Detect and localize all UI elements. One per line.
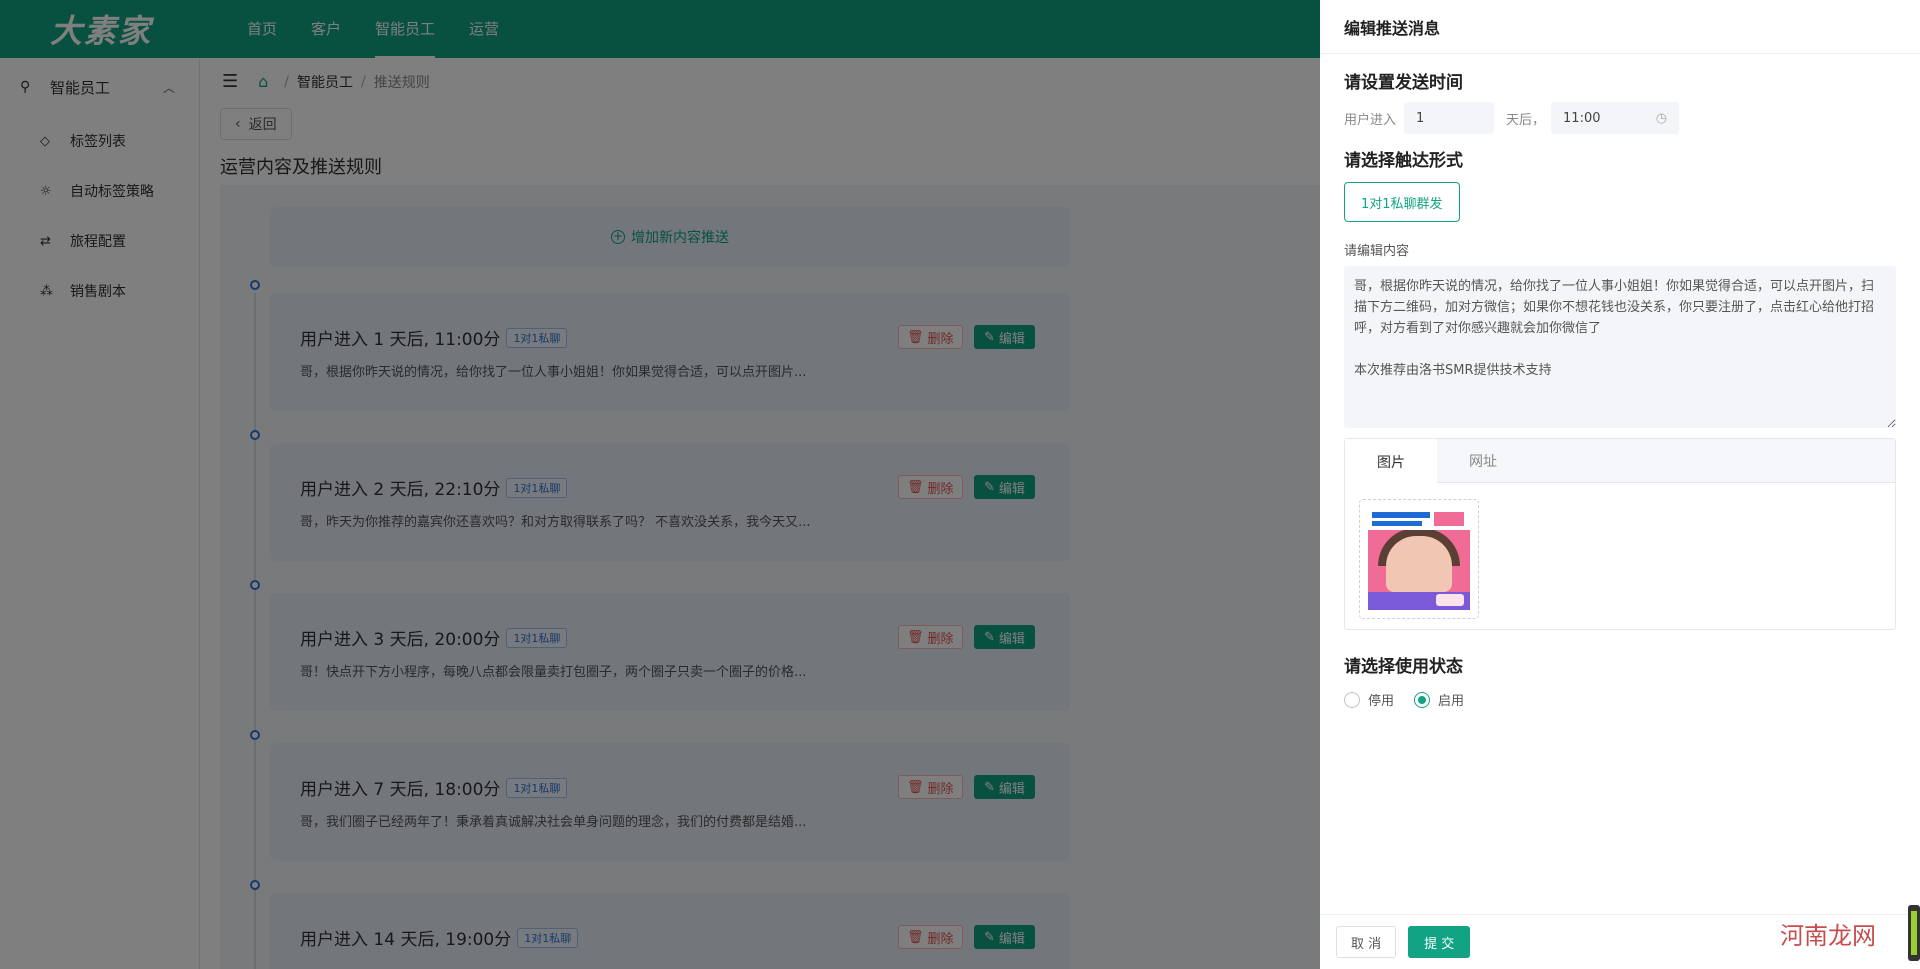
time-picker[interactable]: 11:00 ◷ [1551, 102, 1680, 134]
send-time-row: 用户进入 1 天后， 11:00 ◷ [1344, 102, 1680, 134]
clock-icon: ◷ [1655, 110, 1668, 126]
radio-enabled[interactable] [1414, 691, 1431, 708]
poster-tag [1434, 512, 1464, 526]
edit-push-drawer: 编辑推送消息 请设置发送时间 用户进入 1 天后， 11:00 ◷ 请选择触达形… [1320, 0, 1920, 969]
days-after-label: 天后， [1506, 112, 1546, 128]
touch-option-private-chat[interactable]: 1对1私聊群发 [1344, 182, 1460, 222]
poster-face [1386, 536, 1452, 592]
radio-disabled-label[interactable]: 停用 [1368, 690, 1394, 709]
radio-disabled[interactable] [1344, 691, 1360, 708]
attachment-tabs: 图片 网址 [1344, 438, 1896, 630]
user-enter-label: 用户进入 [1344, 112, 1397, 128]
scroll-indicator [1908, 905, 1920, 961]
watermark: 河南龙网 [1780, 922, 1876, 950]
content-label: 请编辑内容 [1344, 244, 1410, 259]
radio-enabled-label[interactable]: 启用 [1438, 690, 1464, 709]
send-time-section-title: 请设置发送时间 [1344, 73, 1463, 93]
cancel-button[interactable]: 取 消 [1336, 926, 1397, 958]
image-upload[interactable] [1359, 499, 1479, 619]
poster-image [1368, 508, 1470, 610]
status-radio-group: 停用 启用 [1344, 690, 1484, 709]
days-value: 1 [1416, 110, 1425, 126]
poster-headline [1372, 512, 1430, 518]
drawer-title: 编辑推送消息 [1320, 0, 1920, 54]
time-value: 11:00 [1563, 110, 1601, 126]
tab-image[interactable]: 图片 [1345, 439, 1437, 484]
poster-subheadline [1372, 521, 1422, 526]
days-input[interactable]: 1 [1404, 102, 1495, 134]
status-section-title: 请选择使用状态 [1344, 657, 1463, 677]
content-textarea[interactable]: 哥，根据你昨天说的情况，给你找了一位人事小姐姐！你如果觉得合适，可以点开图片，扫… [1344, 266, 1896, 428]
tab-url[interactable]: 网址 [1437, 439, 1529, 483]
tabs-header: 图片 网址 [1345, 439, 1895, 484]
submit-button[interactable]: 提 交 [1408, 926, 1471, 958]
touch-section-title: 请选择触达形式 [1344, 151, 1463, 171]
poster-card [1436, 594, 1464, 606]
